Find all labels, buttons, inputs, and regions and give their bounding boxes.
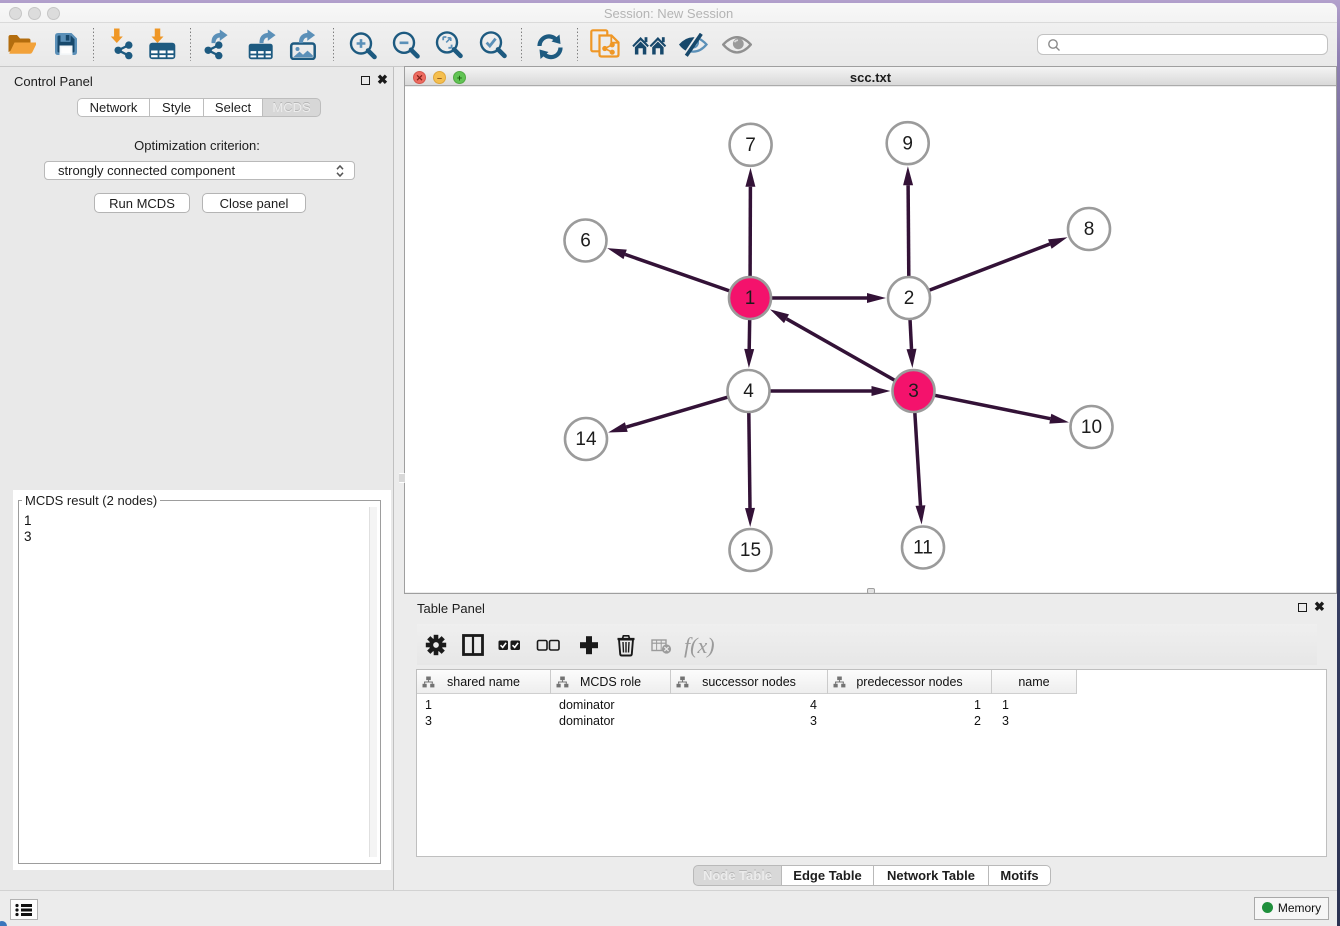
svg-text:14: 14 bbox=[575, 429, 597, 450]
svg-text:11: 11 bbox=[913, 538, 933, 559]
svg-text:6: 6 bbox=[580, 231, 591, 252]
svg-text:8: 8 bbox=[1084, 219, 1095, 240]
svg-text:15: 15 bbox=[740, 540, 761, 561]
svg-text:10: 10 bbox=[1081, 417, 1102, 438]
svg-text:4: 4 bbox=[743, 381, 754, 402]
svg-text:1: 1 bbox=[745, 288, 756, 309]
svg-text:3: 3 bbox=[908, 381, 919, 402]
svg-text:9: 9 bbox=[902, 133, 913, 154]
svg-text:7: 7 bbox=[745, 135, 756, 156]
svg-text:2: 2 bbox=[904, 288, 915, 309]
svg-text:f(x): f(x) bbox=[684, 633, 715, 658]
